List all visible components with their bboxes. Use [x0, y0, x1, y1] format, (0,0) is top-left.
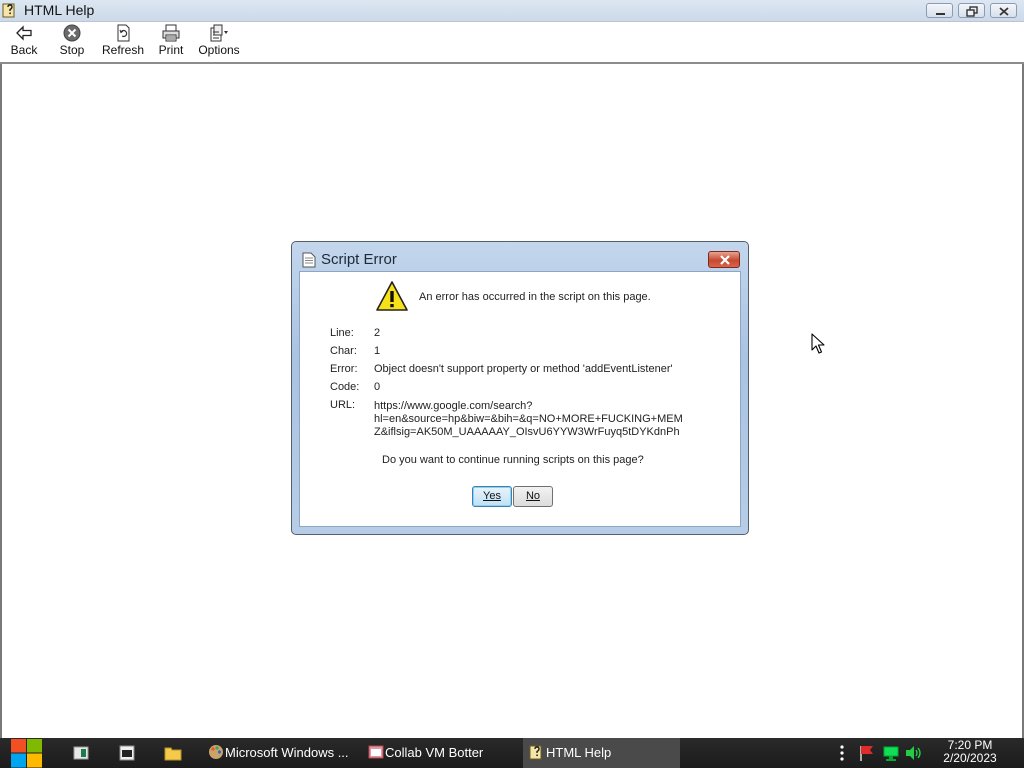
url-line-1: https://www.google.com/search?: [374, 400, 533, 412]
stop-label: Stop: [59, 43, 85, 57]
refresh-button[interactable]: Refresh: [99, 24, 147, 62]
url-line-3: Z&iflsig=AK50M_UAAAAAY_OIsvU6YYW3WrFuyq5…: [374, 426, 680, 438]
close-icon: [720, 255, 730, 265]
refresh-label: Refresh: [101, 43, 145, 57]
paint-palette-icon: [209, 745, 223, 759]
network-icon[interactable]: [882, 744, 900, 762]
close-button[interactable]: [990, 3, 1017, 18]
taskbar-item-html-help[interactable]: HTML Help: [523, 738, 680, 768]
options-icon: [210, 24, 228, 42]
mouse-pointer-icon: [811, 333, 825, 354]
action-center-flag-icon[interactable]: [858, 744, 876, 762]
volume-icon[interactable]: [904, 744, 924, 762]
code-value: 0: [374, 381, 381, 393]
refresh-icon: [117, 24, 130, 42]
continue-question: Do you want to continue running scripts …: [382, 454, 644, 466]
url-label: URL:: [330, 399, 356, 411]
code-label: Code:: [330, 381, 360, 393]
line-value: 2: [374, 327, 381, 339]
window-title: HTML Help: [24, 2, 95, 18]
url-line-2: hl=en&source=hp&biw=&bih=&q=NO+MORE+FUCK…: [374, 413, 683, 425]
html-help-icon: [529, 745, 542, 760]
error-message: An error has occurred in the script on t…: [419, 291, 651, 303]
no-label: No: [525, 490, 541, 502]
warning-icon: [376, 281, 408, 311]
yes-label: Yes: [483, 490, 501, 502]
close-icon: [999, 7, 1009, 16]
dialog-title: Script Error: [321, 251, 397, 268]
script-error-dialog: Script Error An error has occurred in th…: [291, 241, 749, 535]
taskbar-item-collab-vm-botter[interactable]: Collab VM Botter: [362, 738, 518, 768]
no-button[interactable]: No: [513, 486, 553, 507]
taskbar-item-microsoft-windows[interactable]: Microsoft Windows ...: [202, 738, 352, 768]
back-arrow-icon: [16, 25, 32, 41]
task-label: Microsoft Windows ...: [225, 745, 349, 760]
stop-button[interactable]: Stop: [49, 24, 95, 62]
line-label: Line:: [330, 327, 354, 339]
quick-launch-app-icon[interactable]: [72, 744, 90, 762]
taskbar-clock[interactable]: 7:20 PM 2/20/2023: [930, 739, 1010, 765]
dialog-body: An error has occurred in the script on t…: [299, 271, 741, 527]
start-button[interactable]: [10, 739, 43, 768]
yes-button[interactable]: Yes: [472, 486, 512, 507]
error-label: Error:: [330, 363, 358, 375]
back-button[interactable]: Back: [1, 24, 47, 62]
restore-icon: [966, 6, 978, 17]
html-help-icon: [2, 3, 15, 18]
document-icon: [302, 252, 316, 268]
restore-button[interactable]: [958, 3, 985, 18]
clock-date: 2/20/2023: [943, 751, 997, 765]
options-label: Options: [198, 43, 240, 57]
task-label: Collab VM Botter: [385, 745, 484, 760]
char-value: 1: [374, 345, 381, 357]
minimize-icon: [936, 13, 945, 15]
toolbar: Back Stop Refresh Print Options: [0, 22, 1024, 64]
folder-icon[interactable]: [164, 744, 182, 762]
app-window-icon: [368, 745, 384, 759]
task-label: HTML Help: [546, 745, 612, 760]
error-value: Object doesn't support property or metho…: [374, 363, 673, 375]
print-button[interactable]: Print: [148, 24, 194, 62]
print-label: Print: [158, 43, 184, 57]
minimize-button[interactable]: [926, 3, 953, 18]
options-button[interactable]: Options: [196, 24, 242, 62]
quick-launch-console-icon[interactable]: [118, 744, 136, 762]
window-titlebar[interactable]: HTML Help: [0, 0, 1024, 22]
char-label: Char:: [330, 345, 357, 357]
dialog-close-button[interactable]: [708, 251, 740, 268]
taskbar: Microsoft Windows ... Collab VM Botter H…: [0, 738, 1024, 768]
stop-icon: [63, 24, 81, 42]
printer-icon: [162, 24, 180, 42]
back-label: Back: [10, 43, 38, 57]
overflow-dots-icon[interactable]: [838, 744, 846, 762]
